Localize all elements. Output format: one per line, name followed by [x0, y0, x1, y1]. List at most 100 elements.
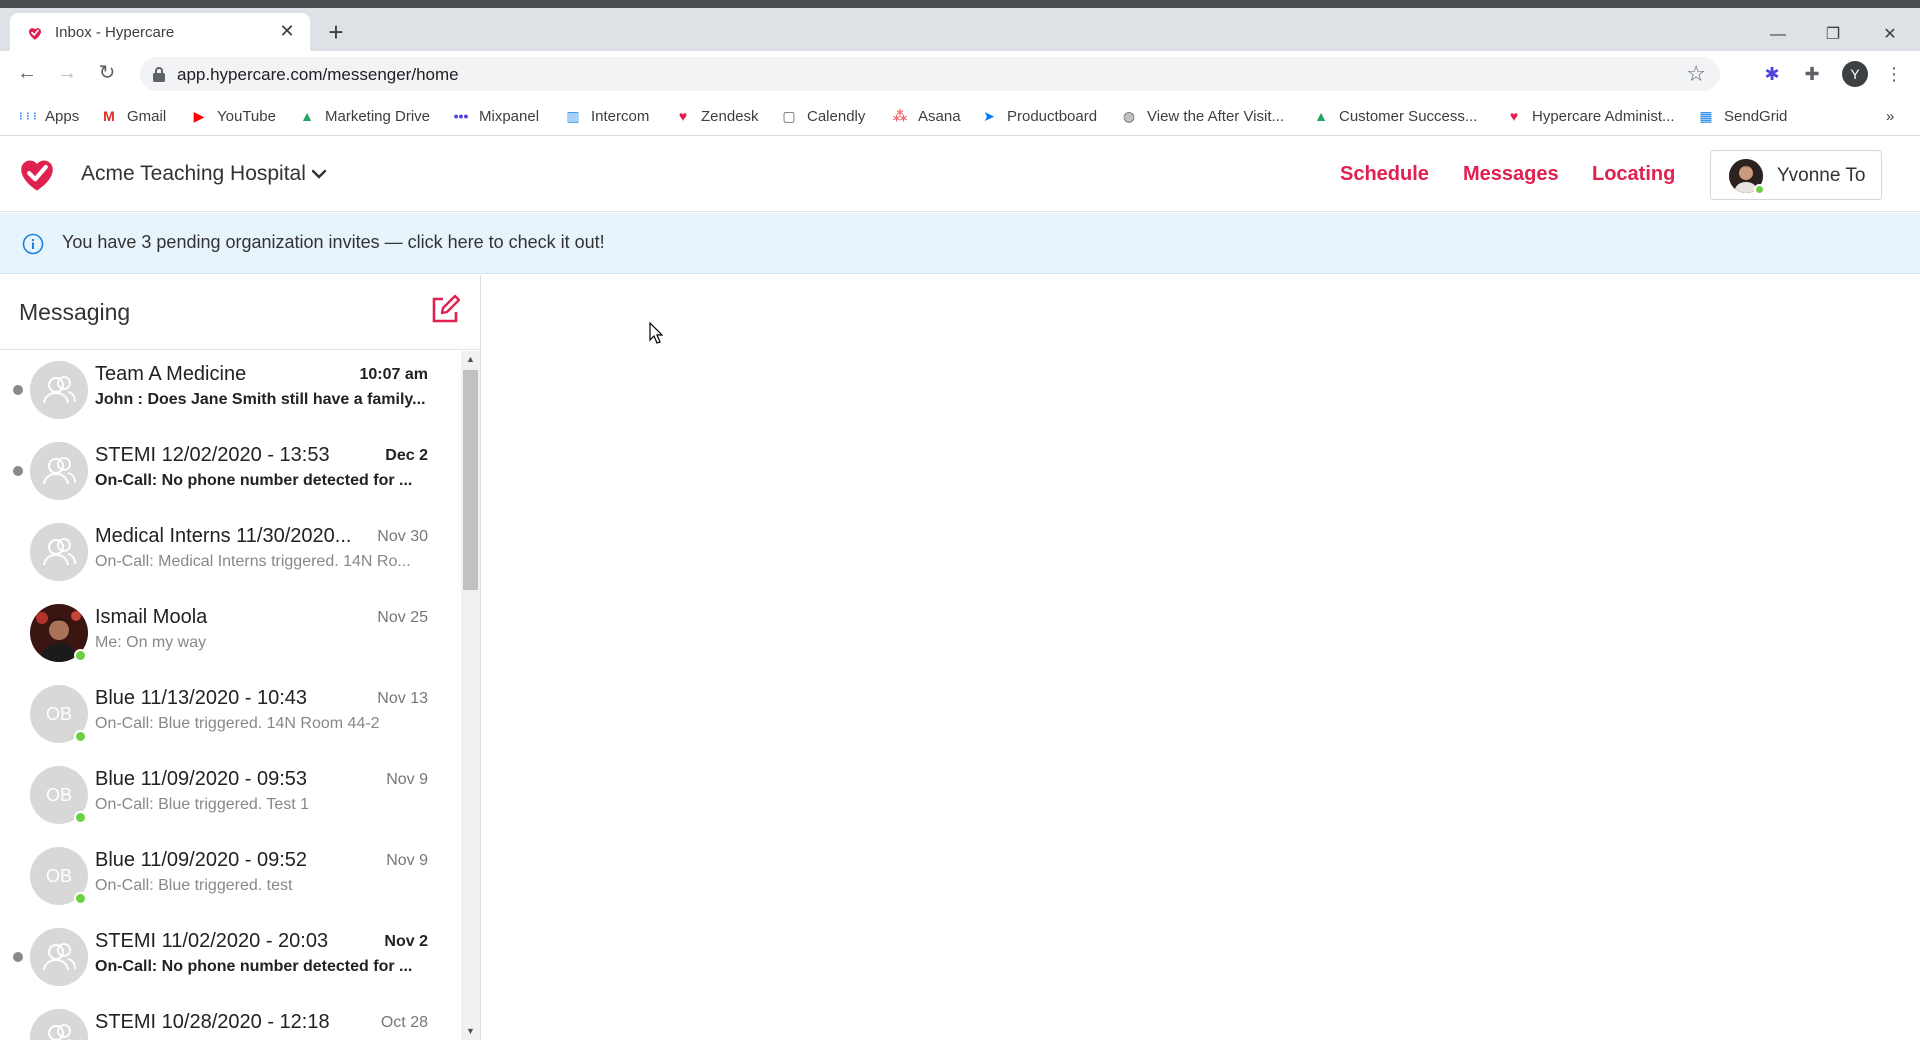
- hypercare-heart-icon: ♥: [1509, 108, 1519, 124]
- bookmark-item[interactable]: ➤ Productboard: [980, 106, 1097, 126]
- reload-icon[interactable]: ↻: [94, 60, 120, 86]
- compose-message-icon[interactable]: [430, 295, 460, 325]
- bookmark-item[interactable]: ▥ Intercom: [564, 106, 649, 126]
- conversation-name: Team A Medicine: [95, 363, 247, 385]
- conversation-item[interactable]: OB Blue 11/09/2020 - 09:53 Nov 9 On-Call: B…: [0, 756, 460, 837]
- group-avatar-icon: [30, 361, 88, 419]
- sendgrid-icon: ▦: [1699, 107, 1713, 124]
- lock-icon: [153, 67, 165, 82]
- restore-button[interactable]: ❐: [1813, 16, 1853, 54]
- info-icon: [22, 233, 44, 255]
- message-preview: On-Call: Blue triggered. test: [95, 877, 293, 894]
- conversation-pane: [482, 275, 1920, 1040]
- bookmark-item[interactable]: ⁂ Asana: [891, 106, 961, 126]
- conversation-item[interactable]: STEMI 11/02/2020 - 20:03 Nov 2 On-Call: No…: [0, 918, 460, 999]
- conversation-item[interactable]: Ismail Moola Nov 25 Me: On my way: [0, 594, 460, 675]
- message-preview: On-Call: No phone number detected for ..…: [95, 958, 413, 975]
- url-text: app.hypercare.com/messenger/home: [177, 65, 459, 84]
- bookmark-item[interactable]: ▲ Marketing Drive: [298, 106, 430, 126]
- bookmarks-overflow-icon[interactable]: »: [1886, 106, 1894, 126]
- productboard-icon: ➤: [983, 107, 995, 124]
- minimize-button[interactable]: —: [1758, 16, 1798, 54]
- conversation-name: STEMI 11/02/2020 - 20:03: [95, 930, 329, 952]
- forward-arrow-icon[interactable]: →: [54, 60, 80, 86]
- user-menu-button[interactable]: Yvonne To: [1710, 150, 1882, 200]
- new-tab-button[interactable]: +: [322, 19, 350, 47]
- online-status-dot: [74, 649, 87, 662]
- conversation-name: STEMI 10/28/2020 - 12:18: [95, 1011, 330, 1033]
- scroll-down-arrow-icon[interactable]: ▼: [461, 1023, 480, 1040]
- bookmark-label: Customer Success...: [1339, 107, 1478, 125]
- message-preview: On-Call: Blue triggered. Test 1: [95, 796, 310, 813]
- bookmark-item[interactable]: ••• Mixpanel: [452, 106, 539, 126]
- bookmark-label: Calendly: [807, 107, 866, 125]
- unread-indicator: [13, 466, 23, 476]
- conversation-timestamp: Oct 28: [380, 1014, 428, 1031]
- bookmark-label: Productboard: [1007, 107, 1098, 125]
- window-close-button[interactable]: ✕: [1870, 16, 1910, 54]
- group-avatar-icon: [30, 1009, 88, 1040]
- globe-icon: ◍: [1122, 107, 1136, 124]
- conversation-name: Blue 11/09/2020 - 09:53: [95, 768, 308, 790]
- group-avatar-icon: [30, 928, 88, 986]
- apps-grid-icon: ⋮⋮⋮: [16, 110, 40, 121]
- bookmark-label: SendGrid: [1724, 107, 1788, 125]
- conversation-item[interactable]: STEMI 10/28/2020 - 12:18 Oct 28: [0, 999, 460, 1040]
- conversation-item[interactable]: OB Blue 11/09/2020 - 09:52 Nov 9 On-Call: B…: [0, 837, 460, 918]
- bookmark-item[interactable]: ♥ Hypercare Administ...: [1505, 106, 1675, 126]
- bookmark-label: Mixpanel: [479, 107, 540, 125]
- asana-icon: ⁂: [892, 107, 908, 124]
- conversation-item[interactable]: Team A Medicine 10:07 am John : Does Jane …: [0, 351, 460, 432]
- google-drive-icon: ▲: [300, 108, 314, 124]
- banner-text[interactable]: You have 3 pending organization invites …: [62, 232, 605, 253]
- scrollbar-thumb[interactable]: [463, 370, 478, 590]
- bookmark-item[interactable]: ▢ Calendly: [780, 106, 865, 126]
- message-preview: On-Call: Medical Interns triggered. 14N …: [95, 553, 411, 570]
- conversation-name: Blue 11/13/2020 - 10:43: [95, 687, 308, 709]
- bookmark-item[interactable]: ⋮⋮⋮ Apps: [16, 106, 80, 126]
- scroll-up-arrow-icon[interactable]: ▲: [461, 351, 480, 368]
- org-switcher-label[interactable]: Acme Teaching Hospital: [81, 162, 306, 186]
- hypercare-heart-icon: ♥: [678, 108, 688, 124]
- intercom-icon: ▥: [566, 107, 580, 124]
- bookmark-item[interactable]: ▲ Customer Success...: [1312, 106, 1477, 126]
- bookmark-star-icon[interactable]: ☆: [1686, 61, 1706, 87]
- bookmark-item[interactable]: ◍ View the After Visit...: [1120, 106, 1284, 126]
- user-name: Yvonne To: [1777, 165, 1866, 186]
- tab-title: Inbox - Hypercare: [55, 24, 175, 41]
- conversation-item[interactable]: Medical Interns 11/30/2020... Nov 30 On-Ca…: [0, 513, 460, 594]
- bookmark-item[interactable]: ▶ YouTube: [190, 106, 276, 126]
- browser-tab[interactable]: Inbox - Hypercare ✕: [10, 13, 310, 51]
- nav-locating-link[interactable]: Locating: [1592, 163, 1675, 186]
- chevron-down-icon[interactable]: [310, 165, 328, 183]
- group-avatar-icon: [30, 523, 88, 581]
- hypercare-logo-icon[interactable]: [16, 153, 58, 195]
- online-status-dot: [1754, 184, 1765, 195]
- kebab-menu-icon[interactable]: ⋮: [1882, 62, 1906, 86]
- bookmark-label: View the After Visit...: [1147, 107, 1285, 125]
- conversation-name: STEMI 12/02/2020 - 13:53: [95, 444, 330, 466]
- extensions-puzzle-icon[interactable]: ✚: [1800, 62, 1824, 86]
- profile-avatar[interactable]: Y: [1842, 61, 1868, 87]
- tab-strip: Inbox - Hypercare ✕ + — ❐ ✕: [0, 8, 1920, 51]
- message-preview: On-Call: No phone number detected for ..…: [95, 472, 413, 489]
- extension-snowflake-icon[interactable]: ✱: [1760, 62, 1784, 86]
- nav-messages-link[interactable]: Messages: [1463, 163, 1559, 186]
- online-status-dot: [74, 730, 87, 743]
- conversation-item[interactable]: STEMI 12/02/2020 - 13:53 Dec 2 On-Call: No…: [0, 432, 460, 513]
- bookmark-item[interactable]: ♥ Zendesk: [674, 106, 759, 126]
- unread-indicator: [13, 385, 23, 395]
- nav-schedule-link[interactable]: Schedule: [1340, 163, 1429, 186]
- close-tab-icon[interactable]: ✕: [276, 20, 298, 42]
- pending-invites-banner[interactable]: You have 3 pending organization invites …: [0, 213, 1920, 274]
- bookmark-label: YouTube: [217, 107, 276, 125]
- bookmark-item[interactable]: M Gmail: [100, 106, 166, 126]
- bookmarks-bar: ⋮⋮⋮ Apps M Gmail ▶ YouTube ▲ Marketing Drive •••…: [0, 96, 1920, 136]
- conversation-item[interactable]: OB Blue 11/13/2020 - 10:43 Nov 13 On-Call: …: [0, 675, 460, 756]
- mixpanel-icon: •••: [453, 108, 469, 124]
- back-arrow-icon[interactable]: ←: [14, 60, 40, 86]
- bookmark-label: Intercom: [591, 107, 650, 125]
- address-bar[interactable]: app.hypercare.com/messenger/home ☆: [140, 57, 1720, 91]
- mouse-cursor-icon: [649, 322, 663, 344]
- bookmark-item[interactable]: ▦ SendGrid: [1697, 106, 1787, 126]
